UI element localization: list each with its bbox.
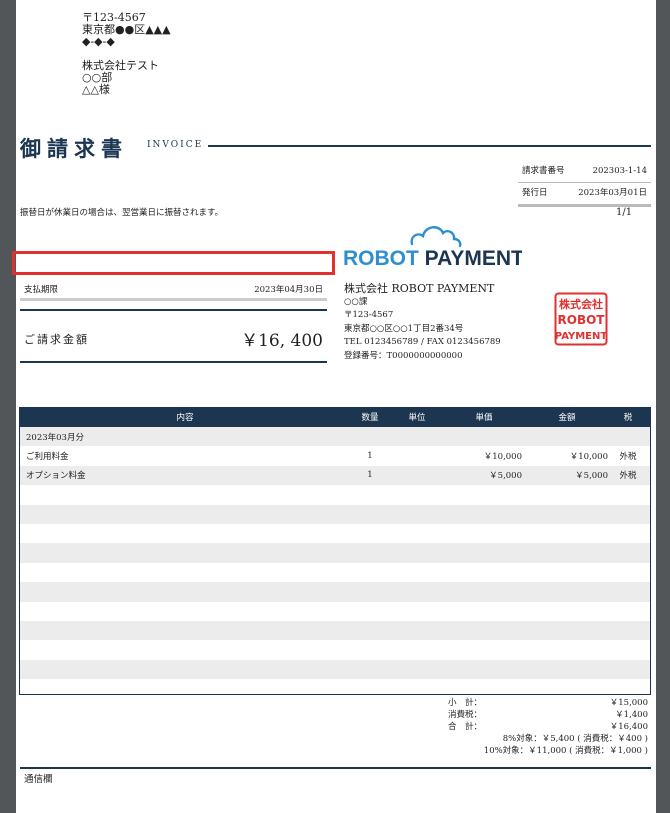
tax-10-percent: 10%対象：￥11,000 ( 消費税：￥1,000 ) — [483, 746, 648, 756]
cell-qty: 1 — [367, 451, 373, 462]
issue-date-value: 2023年03月01日 — [578, 188, 647, 198]
totals-block: 小 計： ￥15,000 消費税： ￥1,400 合 計： ￥16,400 8%… — [448, 697, 648, 757]
table-body: 2023年03月分 ご利用料金 1 ￥10,000 ￥10,000 外税 オプション料金 1 ￥… — [20, 427, 650, 698]
billing-amount-value: ￥16, 400 — [241, 331, 323, 351]
invoice-meta: 請求書番号 202303-1-14 発行日 2023年03月01日 — [518, 161, 651, 207]
invoice-number-label: 請求書番号 — [522, 166, 565, 176]
cell-amount: ￥5,000 — [575, 471, 608, 482]
line-items-table: 内容 数量 単位 単価 金額 税 2023年03月分 ご利用料金 1 ￥10,000 ￥… — [19, 407, 651, 695]
issuer-postal: 〒123-4567 — [344, 310, 394, 320]
issuer-registration-number: 登録番号：T0000000000000 — [344, 350, 463, 361]
issuer-department: ○○課 — [344, 296, 368, 307]
due-date-row: 支払期限 2023年04月30日 — [20, 283, 327, 295]
subtotal-value: ￥15,000 — [609, 698, 648, 708]
subtotal-label: 小 計： — [448, 698, 483, 708]
header-qty: 数量 — [361, 413, 379, 423]
table-row: オプション料金 1 ￥5,000 ￥5,000 外税 — [20, 465, 650, 486]
recipient-address-line2: ◆-◆-◆ — [82, 35, 115, 48]
cell-tax: 外税 — [619, 452, 637, 463]
table-row — [20, 543, 650, 563]
due-date-label: 支払期限 — [24, 285, 59, 295]
table-row: 2023年03月分 — [20, 427, 650, 447]
invoice-page: 〒123-4567 東京都●●区▲▲▲ ◆-◆-◆ 株式会社テスト ○○部 △△… — [12, 0, 656, 813]
table-row — [20, 602, 650, 621]
billing-amount-row: ご請求金額 ￥16, 400 — [20, 326, 327, 351]
issuer-name: 株式会社 ROBOT PAYMENT — [344, 282, 495, 295]
cell-price: ￥5,000 — [489, 471, 522, 482]
due-divider — [20, 298, 327, 301]
table-row — [20, 659, 650, 680]
memo-divider — [20, 767, 651, 769]
header-unit: 単位 — [408, 413, 426, 423]
cell-qty: 1 — [367, 470, 373, 481]
header-tax: 税 — [623, 413, 633, 423]
issue-date-row: 発行日 2023年03月01日 — [518, 183, 651, 207]
svg-text:PAYMENT: PAYMENT — [555, 331, 608, 342]
svg-text:株式会社: 株式会社 — [559, 297, 603, 311]
svg-text:ROBOT: ROBOT — [558, 313, 606, 327]
table-row — [20, 620, 650, 641]
amount-bottom-rule — [20, 361, 327, 363]
issuer-block: 株式会社 ROBOT PAYMENT ○○課 〒123-4567 東京都○○区○… — [344, 282, 501, 363]
table-row — [20, 640, 650, 659]
header-item: 内容 — [176, 413, 194, 423]
invoice-number-value: 202303-1-14 — [592, 166, 647, 176]
issue-date-label: 発行日 — [522, 188, 548, 198]
total-value: ￥16,400 — [609, 722, 648, 732]
table-header: 内容 数量 単位 単価 金額 税 — [20, 407, 650, 427]
subtotal-row: 小 計： ￥15,000 — [448, 697, 648, 709]
highlight-box — [12, 251, 335, 275]
title-divider — [208, 145, 651, 147]
total-row: 合 計： ￥16,400 — [448, 721, 648, 733]
billing-amount-label: ご請求金額 — [24, 332, 89, 346]
invoice-title: 御請求書 — [20, 136, 128, 161]
logo-wordmark: ROBOT PAYMENT — [343, 247, 522, 270]
header-amount: 金額 — [558, 413, 576, 423]
table-row — [20, 504, 650, 524]
table-row — [20, 679, 650, 698]
table-row — [20, 563, 650, 582]
total-label: 合 計： — [448, 722, 483, 732]
company-seal-stamp: 株式会社 ROBOT PAYMENT — [554, 292, 608, 346]
issuer-tel-fax: TEL 0123456789 / FAX 0123456789 — [344, 337, 501, 347]
tax-value: ￥1,400 — [615, 710, 648, 720]
tax-label: 消費税： — [448, 710, 483, 720]
cell-price: ￥10,000 — [483, 452, 522, 463]
cell-tax: 外税 — [619, 471, 637, 482]
issuer-address: 東京都○○区○○1丁目2番34号 — [344, 323, 464, 334]
table-row — [20, 485, 650, 504]
tax-8-percent: 8%対象：￥5,400 ( 消費税：￥400 ) — [502, 734, 648, 744]
table-row — [20, 524, 650, 543]
cell-amount: ￥10,000 — [569, 452, 608, 463]
recipient-address-block: 〒123-4567 東京都●●区▲▲▲ ◆-◆-◆ 株式会社テスト ○○部 △△… — [82, 12, 171, 96]
due-date-value: 2023年04月30日 — [254, 285, 323, 295]
memo-label: 通信欄 — [24, 774, 53, 785]
tax-row: 消費税： ￥1,400 — [448, 709, 648, 721]
cell-item: ご利用料金 — [26, 452, 69, 463]
cloud-icon — [410, 226, 462, 248]
robot-payment-logo: ROBOT PAYMENT — [343, 226, 522, 270]
amount-top-rule — [20, 309, 327, 311]
cell-item: 2023年03月分 — [26, 432, 84, 443]
invoice-title-en: INVOICE — [147, 140, 204, 150]
invoice-number-row: 請求書番号 202303-1-14 — [518, 161, 651, 183]
table-row — [20, 582, 650, 602]
page-indicator: 1/1 — [616, 207, 633, 218]
table-row: ご利用料金 1 ￥10,000 ￥10,000 外税 — [20, 446, 650, 465]
cell-item: オプション料金 — [26, 471, 86, 482]
recipient-person: △△様 — [82, 83, 110, 96]
transfer-notice: 振替日が休業日の場合は、翌営業日に振替されます。 — [20, 208, 224, 218]
header-price: 単価 — [475, 413, 493, 423]
